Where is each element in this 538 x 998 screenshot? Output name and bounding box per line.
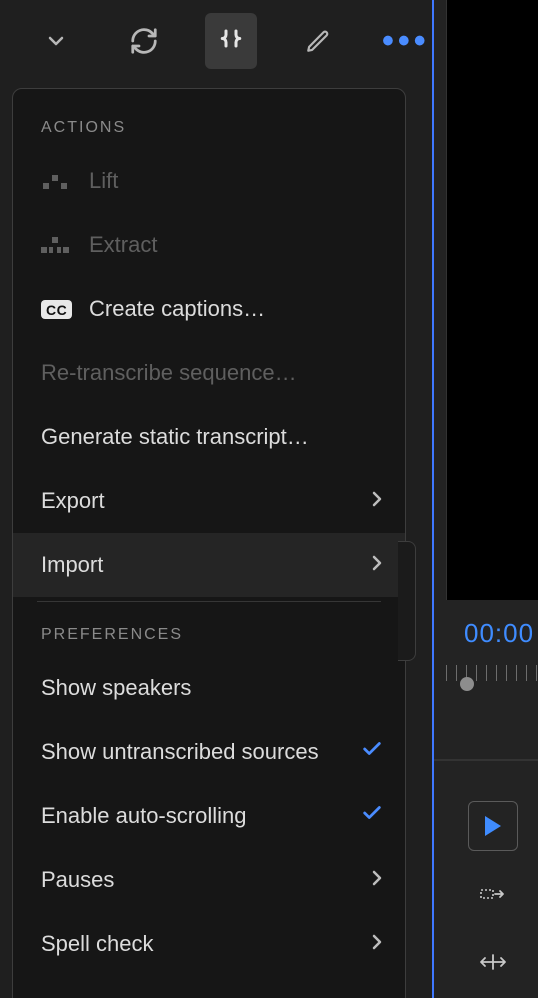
menu-item-export[interactable]: Export bbox=[13, 469, 405, 533]
playhead-knob[interactable] bbox=[460, 677, 474, 691]
tool-column bbox=[434, 801, 538, 987]
menu-item-label: Re-transcribe sequence… bbox=[41, 360, 383, 386]
right-panel: 00:00 bbox=[434, 0, 538, 998]
options-menu: ACTIONS Lift Extract CC Create captions… bbox=[12, 88, 406, 998]
menu-item-lift[interactable]: Lift bbox=[13, 149, 405, 213]
menu-item-label: Spell check bbox=[41, 931, 353, 957]
cursor-icon bbox=[485, 816, 501, 836]
menu-item-label: Extract bbox=[89, 232, 383, 258]
slip-tool[interactable] bbox=[468, 937, 518, 987]
menu-item-label: Create captions… bbox=[89, 296, 383, 322]
timeline-ruler[interactable] bbox=[446, 665, 538, 689]
menu-item-label: Pauses bbox=[41, 867, 353, 893]
timecode-display[interactable]: 00:00 bbox=[434, 600, 538, 649]
menu-item-show-untranscribed[interactable]: Show untranscribed sources bbox=[13, 720, 405, 784]
check-icon bbox=[353, 802, 383, 830]
menu-item-label: Generate static transcript… bbox=[41, 424, 383, 450]
menu-item-spell-check[interactable]: Spell check bbox=[13, 912, 405, 976]
extract-icon bbox=[41, 235, 89, 255]
code-brackets-icon[interactable] bbox=[205, 13, 257, 69]
submenu-tab bbox=[398, 541, 416, 661]
menu-item-label: Show untranscribed sources bbox=[41, 739, 353, 765]
menu-item-label: Export bbox=[41, 488, 353, 514]
chevron-down-icon[interactable] bbox=[30, 13, 82, 69]
menu-item-extract[interactable]: Extract bbox=[13, 213, 405, 277]
menu-item-label: Show speakers bbox=[41, 675, 383, 701]
menu-item-show-speakers[interactable]: Show speakers bbox=[13, 656, 405, 720]
left-panel: ••• ACTIONS Lift Extract CC bbox=[0, 0, 432, 998]
ripple-tool[interactable] bbox=[468, 869, 518, 919]
menu-item-label: Lift bbox=[89, 168, 383, 194]
menu-item-retranscribe: Re-transcribe sequence… bbox=[13, 341, 405, 405]
menu-item-generate-static[interactable]: Generate static transcript… bbox=[13, 405, 405, 469]
section-header-actions: ACTIONS bbox=[13, 107, 405, 149]
menu-item-create-captions[interactable]: CC Create captions… bbox=[13, 277, 405, 341]
panel-separator bbox=[434, 759, 538, 761]
menu-item-import[interactable]: Import bbox=[13, 533, 405, 597]
chevron-right-icon bbox=[353, 488, 383, 514]
menu-item-auto-scrolling[interactable]: Enable auto-scrolling bbox=[13, 784, 405, 848]
selection-tool[interactable] bbox=[468, 801, 518, 851]
more-options-icon[interactable]: ••• bbox=[380, 13, 432, 69]
check-icon bbox=[353, 738, 383, 766]
refresh-icon[interactable] bbox=[117, 13, 169, 69]
video-preview[interactable] bbox=[446, 0, 538, 600]
pencil-icon[interactable] bbox=[292, 13, 344, 69]
menu-item-label: Import bbox=[41, 552, 353, 578]
menu-item-label: Enable auto-scrolling bbox=[41, 803, 353, 829]
section-header-preferences: PREFERENCES bbox=[13, 614, 405, 656]
cc-badge-icon: CC bbox=[41, 300, 89, 319]
chevron-right-icon bbox=[353, 931, 383, 957]
chevron-right-icon bbox=[353, 867, 383, 893]
lift-icon bbox=[41, 171, 89, 191]
chevron-right-icon bbox=[353, 552, 383, 578]
toolbar: ••• bbox=[0, 0, 432, 82]
menu-divider bbox=[37, 601, 381, 602]
menu-item-pauses[interactable]: Pauses bbox=[13, 848, 405, 912]
